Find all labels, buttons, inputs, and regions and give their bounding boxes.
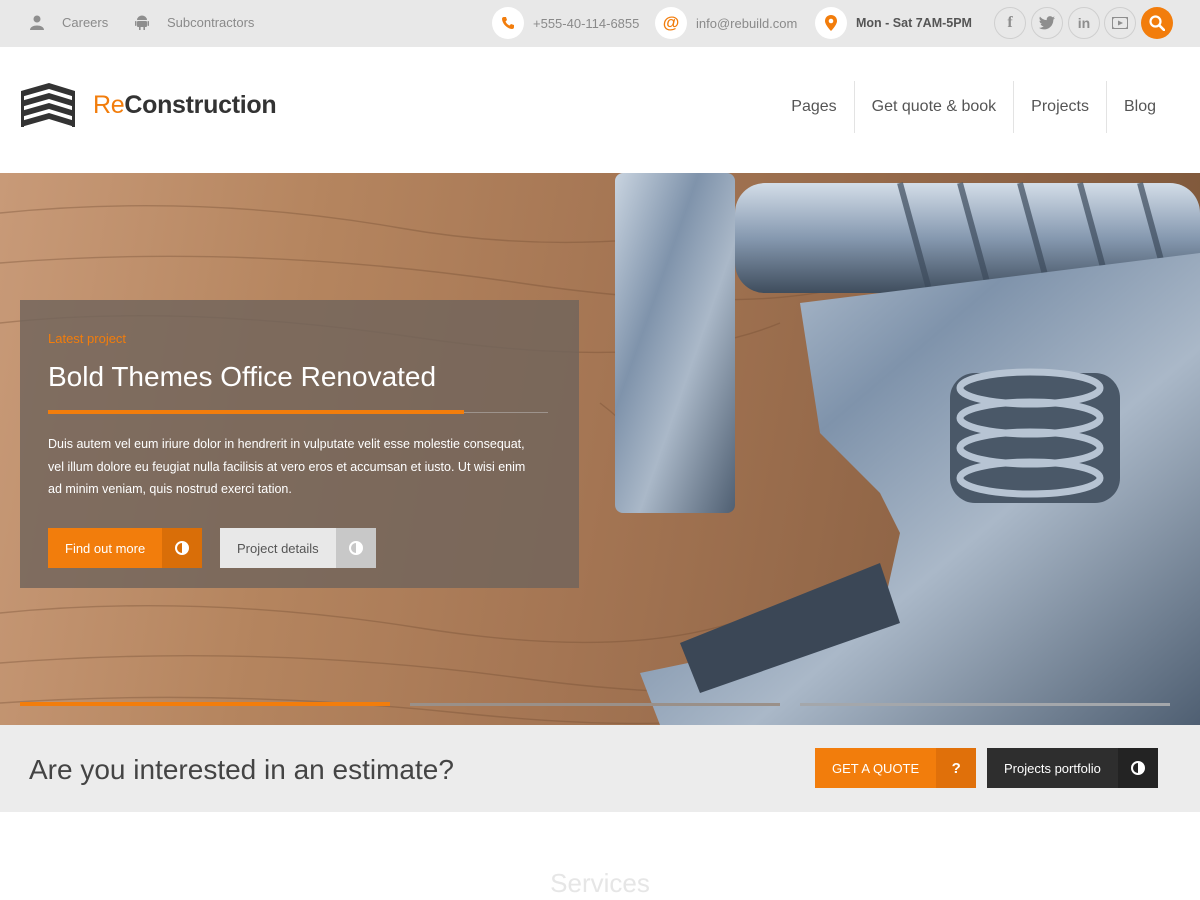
phone-number: +555-40-114-6855 [533, 15, 640, 31]
phone-icon [492, 7, 524, 39]
location-pin-icon [815, 7, 847, 39]
nav-item-projects[interactable]: Projects [1013, 81, 1106, 133]
hours-info: Mon - Sat 7AM-5PM [815, 7, 972, 39]
question-mark: ? [951, 759, 961, 777]
question-icon: ? [936, 748, 977, 788]
services-section: Services [0, 812, 1200, 900]
site-logo[interactable]: ReConstruction [19, 81, 277, 129]
email-address: info@rebuild.com [696, 15, 798, 31]
card-kicker: Latest project [48, 331, 127, 346]
hero-slider: Latest project Bold Themes Office Renova… [0, 173, 1200, 725]
subcontractors-label: Subcontractors [167, 14, 255, 30]
user-icon [28, 13, 46, 31]
search-button[interactable] [1141, 7, 1173, 39]
services-heading: Services [550, 868, 650, 898]
estimate-strip: Are you interested in an estimate? GET A… [0, 725, 1200, 812]
find-out-more-label: Find out more [65, 540, 146, 556]
card-title: Bold Themes Office Renovated [48, 361, 437, 392]
card-description: Duis autem vel eum iriure dolor in hendr… [48, 437, 526, 496]
youtube-icon[interactable] [1104, 7, 1136, 39]
site-header: ReConstruction Pages Get quote & book Pr… [0, 47, 1200, 173]
get-a-quote-label: GET A QUOTE [832, 760, 920, 776]
email-info[interactable]: @ info@rebuild.com [655, 7, 797, 39]
find-out-more-button[interactable]: Find out more [48, 528, 203, 568]
projects-portfolio-label: Projects portfolio [1004, 760, 1101, 776]
contrast-icon [162, 528, 203, 568]
projects-portfolio-button[interactable]: Projects portfolio [987, 748, 1158, 788]
slide-indicator-3[interactable] [800, 703, 1170, 706]
main-nav: Pages Get quote & book Projects Blog [774, 81, 1173, 133]
latest-project-card: Latest project Bold Themes Office Renova… [20, 300, 579, 588]
logo-text: ReConstruction [93, 90, 277, 120]
linkedin-icon[interactable]: in [1068, 7, 1100, 39]
contrast-icon [335, 528, 376, 568]
phone-info[interactable]: +555-40-114-6855 [492, 7, 639, 39]
android-icon [133, 13, 151, 31]
careers-label: Careers [62, 14, 109, 30]
twitter-icon[interactable] [1031, 7, 1063, 39]
get-a-quote-button[interactable]: GET A QUOTE ? [815, 748, 977, 788]
search-icon [1149, 15, 1165, 31]
at-icon: @ [655, 7, 687, 39]
project-details-label: Project details [237, 540, 319, 556]
top-bar: Careers Subcontractors +555-40-114-6855 … [0, 0, 1200, 47]
nav-item-get-quote[interactable]: Get quote & book [853, 81, 1014, 133]
working-hours: Mon - Sat 7AM-5PM [856, 16, 972, 30]
project-details-button[interactable]: Project details [220, 528, 376, 568]
title-underline-accent [48, 410, 464, 414]
title-underline-rest [464, 412, 548, 413]
slide-indicator-1[interactable] [20, 702, 390, 706]
careers-link[interactable]: Careers [28, 12, 108, 32]
contrast-icon [1117, 748, 1158, 788]
brick-logo-icon [19, 81, 77, 129]
logo-prefix: Re [93, 90, 125, 119]
logo-suffix: Construction [124, 90, 277, 119]
nav-item-blog[interactable]: Blog [1105, 81, 1173, 133]
nav-item-pages[interactable]: Pages [774, 81, 853, 133]
facebook-icon[interactable]: f [994, 7, 1026, 39]
estimate-heading: Are you interested in an estimate? [29, 754, 454, 785]
subcontractors-link[interactable]: Subcontractors [133, 12, 254, 32]
slide-indicator-2[interactable] [410, 703, 780, 706]
